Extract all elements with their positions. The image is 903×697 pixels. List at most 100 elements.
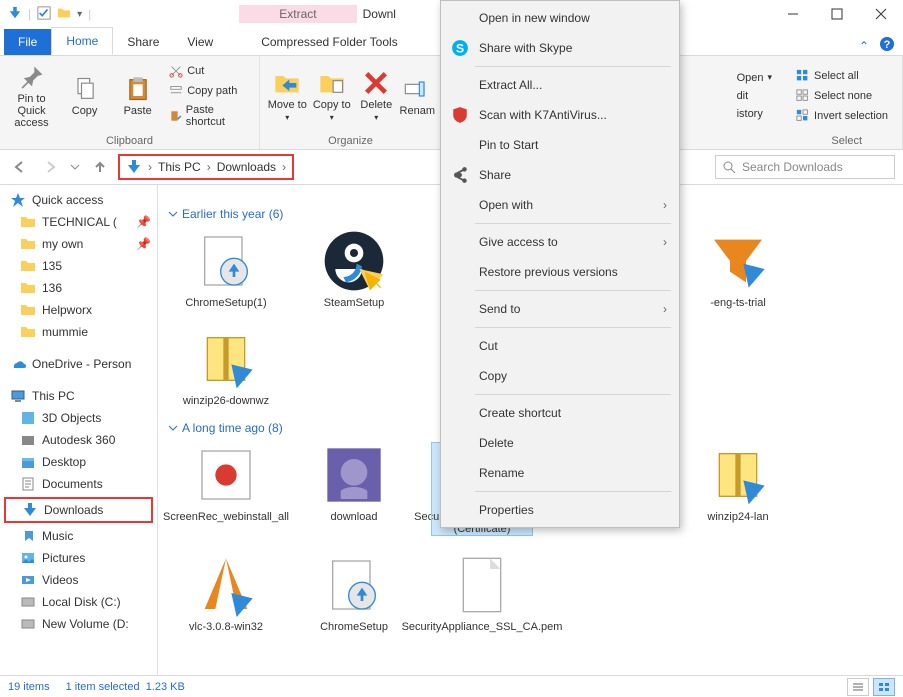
rename-button[interactable]: Renam <box>400 63 435 129</box>
copy-label: Copy <box>72 105 98 117</box>
ribbon-collapse-icon[interactable]: ⌃ <box>859 39 869 53</box>
file-item[interactable]: SteamSetup <box>304 229 404 309</box>
sidebar-item[interactable]: Pictures <box>0 547 157 569</box>
chevron-right-icon: › <box>663 235 667 249</box>
file-item[interactable]: vlc-3.0.8-win32 <box>176 553 276 633</box>
sidebar-item[interactable]: TECHNICAL (📌 <box>0 211 157 233</box>
paste-shortcut-button[interactable]: Paste shortcut <box>165 102 253 130</box>
maximize-button[interactable] <box>815 0 859 28</box>
ctx-properties[interactable]: Properties <box>441 495 679 525</box>
breadcrumb[interactable]: › This PC › Downloads › <box>118 154 294 180</box>
tab-home[interactable]: Home <box>51 27 113 55</box>
extract-context-tab[interactable]: Extract <box>239 5 356 23</box>
sidebar-this-pc[interactable]: This PC <box>0 385 157 407</box>
file-label: ScreenRec_webinstall_all <box>163 511 289 523</box>
ctx-open-with[interactable]: Open with› <box>441 190 679 220</box>
invert-selection-button[interactable]: Invert selection <box>792 107 892 125</box>
ctx-delete[interactable]: Delete <box>441 428 679 458</box>
ctx-give-access[interactable]: Give access to› <box>441 227 679 257</box>
nav-up-button[interactable] <box>88 155 112 179</box>
ctx-share-skype[interactable]: SShare with Skype <box>441 33 679 63</box>
pin-icon: 📌 <box>136 215 151 229</box>
file-label: winzip24-lan <box>707 511 768 523</box>
search-icon <box>722 160 736 174</box>
delete-button[interactable]: Delete ▾ <box>355 63 398 129</box>
file-label: vlc-3.0.8-win32 <box>189 621 263 633</box>
nav-history-button[interactable] <box>68 155 82 179</box>
sidebar-onedrive[interactable]: OneDrive - Person <box>0 353 157 375</box>
copy-button[interactable]: Copy <box>59 63 110 129</box>
file-item[interactable]: winzip24-lan <box>688 443 788 535</box>
sidebar-quick-access[interactable]: Quick access <box>0 189 157 211</box>
sidebar-item[interactable]: Local Disk (C:) <box>0 591 157 613</box>
sidebar-item[interactable]: Documents <box>0 473 157 495</box>
ctx-scan-av[interactable]: Scan with K7AntiVirus... <box>441 100 679 130</box>
file-label: SecurityAppliance_SSL_CA.pem <box>402 621 563 633</box>
file-item[interactable]: ChromeSetup(1) <box>176 229 276 309</box>
search-input[interactable]: Search Downloads <box>715 155 895 179</box>
ctx-create-shortcut[interactable]: Create shortcut <box>441 398 679 428</box>
breadcrumb-pc[interactable]: This PC <box>158 160 201 174</box>
ctx-share[interactable]: Share <box>441 160 679 190</box>
folder-icon[interactable] <box>57 6 71 23</box>
sidebar-item[interactable]: 136 <box>0 277 157 299</box>
paste-button[interactable]: Paste <box>112 63 163 129</box>
down-arrow-icon[interactable] <box>8 6 22 23</box>
sidebar-item[interactable]: Music <box>0 525 157 547</box>
ctx-copy[interactable]: Copy <box>441 361 679 391</box>
ctx-open-new-window[interactable]: Open in new window <box>441 3 679 33</box>
checkbox-icon[interactable] <box>37 6 51 23</box>
open-button[interactable]: Open ▾ <box>733 70 776 86</box>
copy-path-button[interactable]: Copy path <box>165 82 253 100</box>
history-button[interactable]: istory <box>733 106 767 122</box>
sidebar-item[interactable]: New Volume (D: <box>0 613 157 635</box>
chevron-right-icon: › <box>663 198 667 212</box>
sidebar-item[interactable]: Videos <box>0 569 157 591</box>
ctx-cut[interactable]: Cut <box>441 331 679 361</box>
tab-view[interactable]: View <box>173 29 227 55</box>
chevron-right-icon: › <box>663 302 667 316</box>
ctx-rename[interactable]: Rename <box>441 458 679 488</box>
view-details-button[interactable] <box>847 678 869 696</box>
close-button[interactable] <box>859 0 903 28</box>
tab-share[interactable]: Share <box>113 29 173 55</box>
cut-button[interactable]: Cut <box>165 62 253 80</box>
sidebar-item[interactable]: mummie <box>0 321 157 343</box>
skype-icon: S <box>451 39 469 57</box>
tab-file[interactable]: File <box>4 29 51 55</box>
breadcrumb-downloads[interactable]: Downloads <box>217 160 276 174</box>
sidebar-item[interactable]: 135 <box>0 255 157 277</box>
file-label: winzip26-downwz <box>183 395 269 407</box>
file-item[interactable]: ScreenRec_webinstall_all <box>176 443 276 535</box>
file-item[interactable]: download <box>304 443 404 535</box>
nav-forward-button[interactable] <box>38 155 62 179</box>
minimize-button[interactable] <box>771 0 815 28</box>
help-icon[interactable]: ? <box>879 36 895 55</box>
edit-button[interactable]: dit <box>733 88 753 104</box>
ctx-send-to[interactable]: Send to› <box>441 294 679 324</box>
view-icons-button[interactable] <box>873 678 895 696</box>
sidebar-item[interactable]: Helpworx <box>0 299 157 321</box>
sidebar-item[interactable]: my own📌 <box>0 233 157 255</box>
context-menu: Open in new window SShare with Skype Ext… <box>440 0 680 528</box>
status-item-count: 19 items <box>8 681 50 693</box>
ctx-restore-versions[interactable]: Restore previous versions <box>441 257 679 287</box>
sidebar-item[interactable]: 3D Objects <box>0 407 157 429</box>
status-size: 1.23 KB <box>146 681 185 693</box>
sidebar-item[interactable]: Desktop <box>0 451 157 473</box>
select-all-button[interactable]: Select all <box>792 67 892 85</box>
tab-compressed-tools[interactable]: Compressed Folder Tools <box>247 29 412 55</box>
file-item[interactable]: SecurityAppliance_SSL_CA.pem <box>432 553 532 633</box>
file-item[interactable]: winzip26-downwz <box>176 327 276 407</box>
copy-to-button[interactable]: Copy to ▾ <box>311 63 354 129</box>
ctx-pin-start[interactable]: Pin to Start <box>441 130 679 160</box>
select-none-button[interactable]: Select none <box>792 87 892 105</box>
sidebar-item[interactable]: Autodesk 360 <box>0 429 157 451</box>
ctx-extract-all[interactable]: Extract All... <box>441 70 679 100</box>
file-item[interactable]: -eng-ts-trial <box>688 229 788 309</box>
move-to-button[interactable]: Move to ▾ <box>266 63 309 129</box>
sidebar-downloads[interactable]: Downloads <box>4 497 153 523</box>
file-item[interactable]: ChromeSetup <box>304 553 404 633</box>
nav-back-button[interactable] <box>8 155 32 179</box>
pin-quick-access-button[interactable]: Pin to Quick access <box>6 63 57 129</box>
